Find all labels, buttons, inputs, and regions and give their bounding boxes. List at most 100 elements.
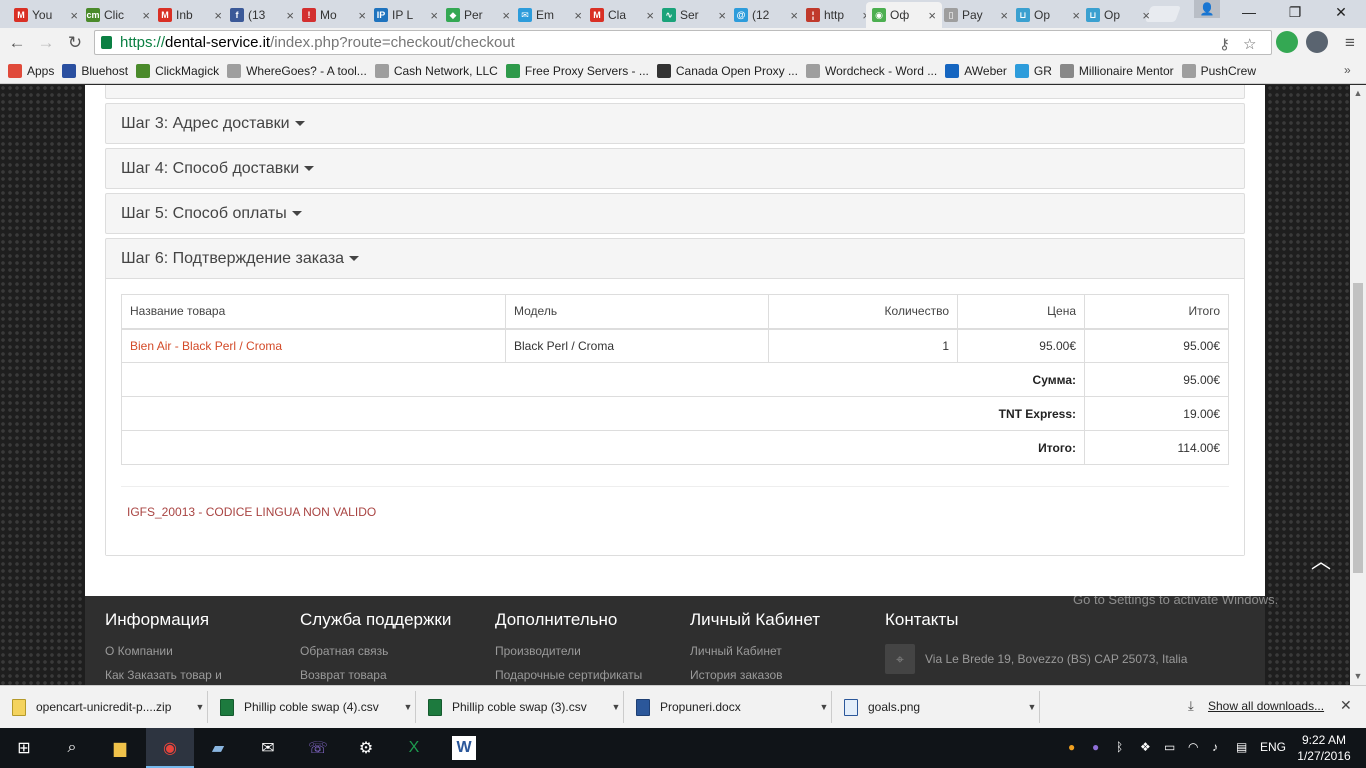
browser-tab[interactable]: M You ×	[8, 2, 84, 28]
excel-icon[interactable]: X	[402, 736, 426, 760]
download-item[interactable]: Propuneri.docx ▼	[624, 691, 832, 723]
file-explorer-icon[interactable]: ▆	[108, 736, 132, 760]
product-link[interactable]: Bien Air - Black Perl / Croma	[130, 339, 282, 353]
footer-link[interactable]: Подарочные сертификаты	[495, 668, 642, 682]
browser-tab[interactable]: ◆ Per ×	[440, 2, 516, 28]
close-tab-icon[interactable]: ×	[286, 8, 294, 23]
volume-icon[interactable]: ♪	[1212, 740, 1218, 754]
scrollbar-thumb[interactable]	[1353, 283, 1363, 573]
show-all-downloads-link[interactable]: Show all downloads...	[1208, 699, 1324, 713]
close-tab-icon[interactable]: ×	[790, 8, 798, 23]
chevron-down-icon[interactable]: ▼	[609, 702, 623, 712]
browser-tab[interactable]: ! Mo ×	[296, 2, 372, 28]
scroll-up-arrow-icon[interactable]: ▲	[1350, 88, 1366, 98]
bookmark-item[interactable]: WhereGoes? - A tool...	[227, 63, 367, 78]
settings-gear-icon[interactable]: ⚙	[354, 736, 378, 760]
close-tab-icon[interactable]: ×	[646, 8, 654, 23]
step-3-panel[interactable]: Шаг 3: Адрес доставки	[105, 103, 1245, 144]
chevron-down-icon[interactable]: ▼	[1025, 702, 1039, 712]
close-tab-icon[interactable]: ×	[430, 8, 438, 23]
bluetooth-icon[interactable]: ᛒ	[1116, 740, 1123, 754]
word-icon[interactable]: W	[452, 736, 476, 760]
bookmark-item[interactable]: Bluehost	[62, 63, 128, 78]
browser-tab[interactable]: ∿ Ser ×	[656, 2, 732, 28]
footer-link[interactable]: Обратная связь	[300, 644, 451, 658]
back-icon[interactable]: ←	[6, 32, 28, 54]
viber-tray-icon[interactable]: ●	[1092, 740, 1099, 754]
step-3-title[interactable]: Шаг 3: Адрес доставки	[121, 115, 290, 133]
footer-link[interactable]: Личный Кабинет	[690, 644, 820, 658]
close-tab-icon[interactable]: ×	[214, 8, 222, 23]
bookmark-item[interactable]: Apps	[8, 63, 54, 78]
restore-icon[interactable]: ❐	[1280, 4, 1310, 20]
chevron-down-icon[interactable]: ▼	[193, 702, 207, 712]
close-tab-icon[interactable]: ×	[928, 8, 936, 23]
footer-link[interactable]: История заказов	[690, 668, 820, 682]
minimize-icon[interactable]: —	[1234, 4, 1264, 20]
step-4-title[interactable]: Шаг 4: Способ доставки	[121, 160, 299, 178]
browser-tab[interactable]: ◉ Оф ×	[866, 2, 942, 28]
scroll-down-arrow-icon[interactable]: ▼	[1350, 671, 1366, 681]
bookmark-item[interactable]: ClickMagick	[136, 63, 219, 78]
bookmark-item[interactable]: PushCrew	[1181, 63, 1256, 78]
footer-link[interactable]: Как Заказать товар и	[105, 668, 222, 682]
notes-icon[interactable]: ▰	[206, 736, 230, 760]
bookmark-item[interactable]: Canada Open Proxy ...	[656, 63, 798, 78]
wifi-icon[interactable]: ◠	[1188, 740, 1198, 754]
footer-link[interactable]: Возврат товара	[300, 668, 451, 682]
bookmark-item[interactable]: Free Proxy Servers - ...	[505, 63, 649, 78]
viber-icon[interactable]: ☏	[306, 736, 330, 760]
close-tab-icon[interactable]: ×	[502, 8, 510, 23]
browser-tab[interactable]: ⊔ Op ×	[1080, 2, 1156, 28]
battery-icon[interactable]: ▭	[1164, 740, 1175, 754]
close-window-icon[interactable]: ✕	[1326, 4, 1356, 20]
chevron-down-icon[interactable]: ▼	[401, 702, 415, 712]
tray-app-icon[interactable]: ●	[1068, 740, 1075, 754]
menu-icon[interactable]: ≡	[1339, 32, 1361, 54]
browser-tab[interactable]: f (13 ×	[224, 2, 300, 28]
download-item[interactable]: Phillip coble swap (4).csv ▼	[208, 691, 416, 723]
extension-icon[interactable]	[1276, 31, 1298, 53]
reload-icon[interactable]: ↻	[64, 32, 86, 54]
language-indicator[interactable]: ENG	[1260, 740, 1286, 754]
close-tab-icon[interactable]: ×	[1142, 8, 1150, 23]
windows-start-icon[interactable]: ⊞	[12, 736, 36, 760]
step-5-panel[interactable]: Шаг 5: Способ оплаты	[105, 193, 1245, 234]
mail-icon[interactable]: ✉	[256, 736, 280, 760]
chevron-down-icon[interactable]: ▼	[817, 702, 831, 712]
browser-tab[interactable]: ✉ Em ×	[512, 2, 588, 28]
close-tab-icon[interactable]: ×	[142, 8, 150, 23]
close-tab-icon[interactable]: ×	[718, 8, 726, 23]
search-icon[interactable]: ⌕	[60, 736, 84, 760]
page-scrollbar[interactable]: ▲ ▼	[1350, 85, 1366, 685]
bookmark-item[interactable]: Wordcheck - Word ...	[805, 63, 937, 78]
browser-tab[interactable]: @ (12 ×	[728, 2, 804, 28]
close-tab-icon[interactable]: ×	[574, 8, 582, 23]
browser-tab[interactable]: ▯ Pay ×	[938, 2, 1014, 28]
bookmark-item[interactable]: Cash Network, LLC	[374, 63, 498, 78]
system-clock[interactable]: 9:22 AM 1/27/2016	[1296, 732, 1352, 764]
address-bar[interactable]: https://dental-service.it/index.php?rout…	[94, 30, 1272, 55]
more-bookmarks-icon[interactable]: »	[1344, 63, 1351, 77]
step-4-panel[interactable]: Шаг 4: Способ доставки	[105, 148, 1245, 189]
bookmark-item[interactable]: GR	[1014, 63, 1052, 78]
key-icon[interactable]: ⚷	[1219, 35, 1230, 53]
close-tab-icon[interactable]: ×	[358, 8, 366, 23]
step-5-title[interactable]: Шаг 5: Способ оплаты	[121, 205, 287, 223]
profile-icon[interactable]: 👤	[1194, 0, 1220, 18]
browser-tab[interactable]: M Cla ×	[584, 2, 660, 28]
step-6-title[interactable]: Шаг 6: Подтверждение заказа	[121, 250, 344, 268]
download-item[interactable]: goals.png ▼	[832, 691, 1040, 723]
action-center-icon[interactable]: ▤	[1236, 740, 1247, 754]
forward-icon[interactable]: →	[35, 32, 57, 54]
bookmark-star-icon[interactable]: ☆	[1243, 35, 1256, 53]
chrome-icon[interactable]: ◉	[158, 736, 182, 760]
close-tab-icon[interactable]: ×	[1000, 8, 1008, 23]
bookmark-item[interactable]: Millionaire Mentor	[1059, 63, 1174, 78]
extension-icon-2[interactable]	[1306, 31, 1328, 53]
browser-tab[interactable]: ⊔ Op ×	[1010, 2, 1086, 28]
close-shelf-icon[interactable]: ✕	[1340, 697, 1352, 714]
dropbox-icon[interactable]: ❖	[1140, 740, 1151, 754]
close-tab-icon[interactable]: ×	[1072, 8, 1080, 23]
browser-tab[interactable]: M Inb ×	[152, 2, 228, 28]
